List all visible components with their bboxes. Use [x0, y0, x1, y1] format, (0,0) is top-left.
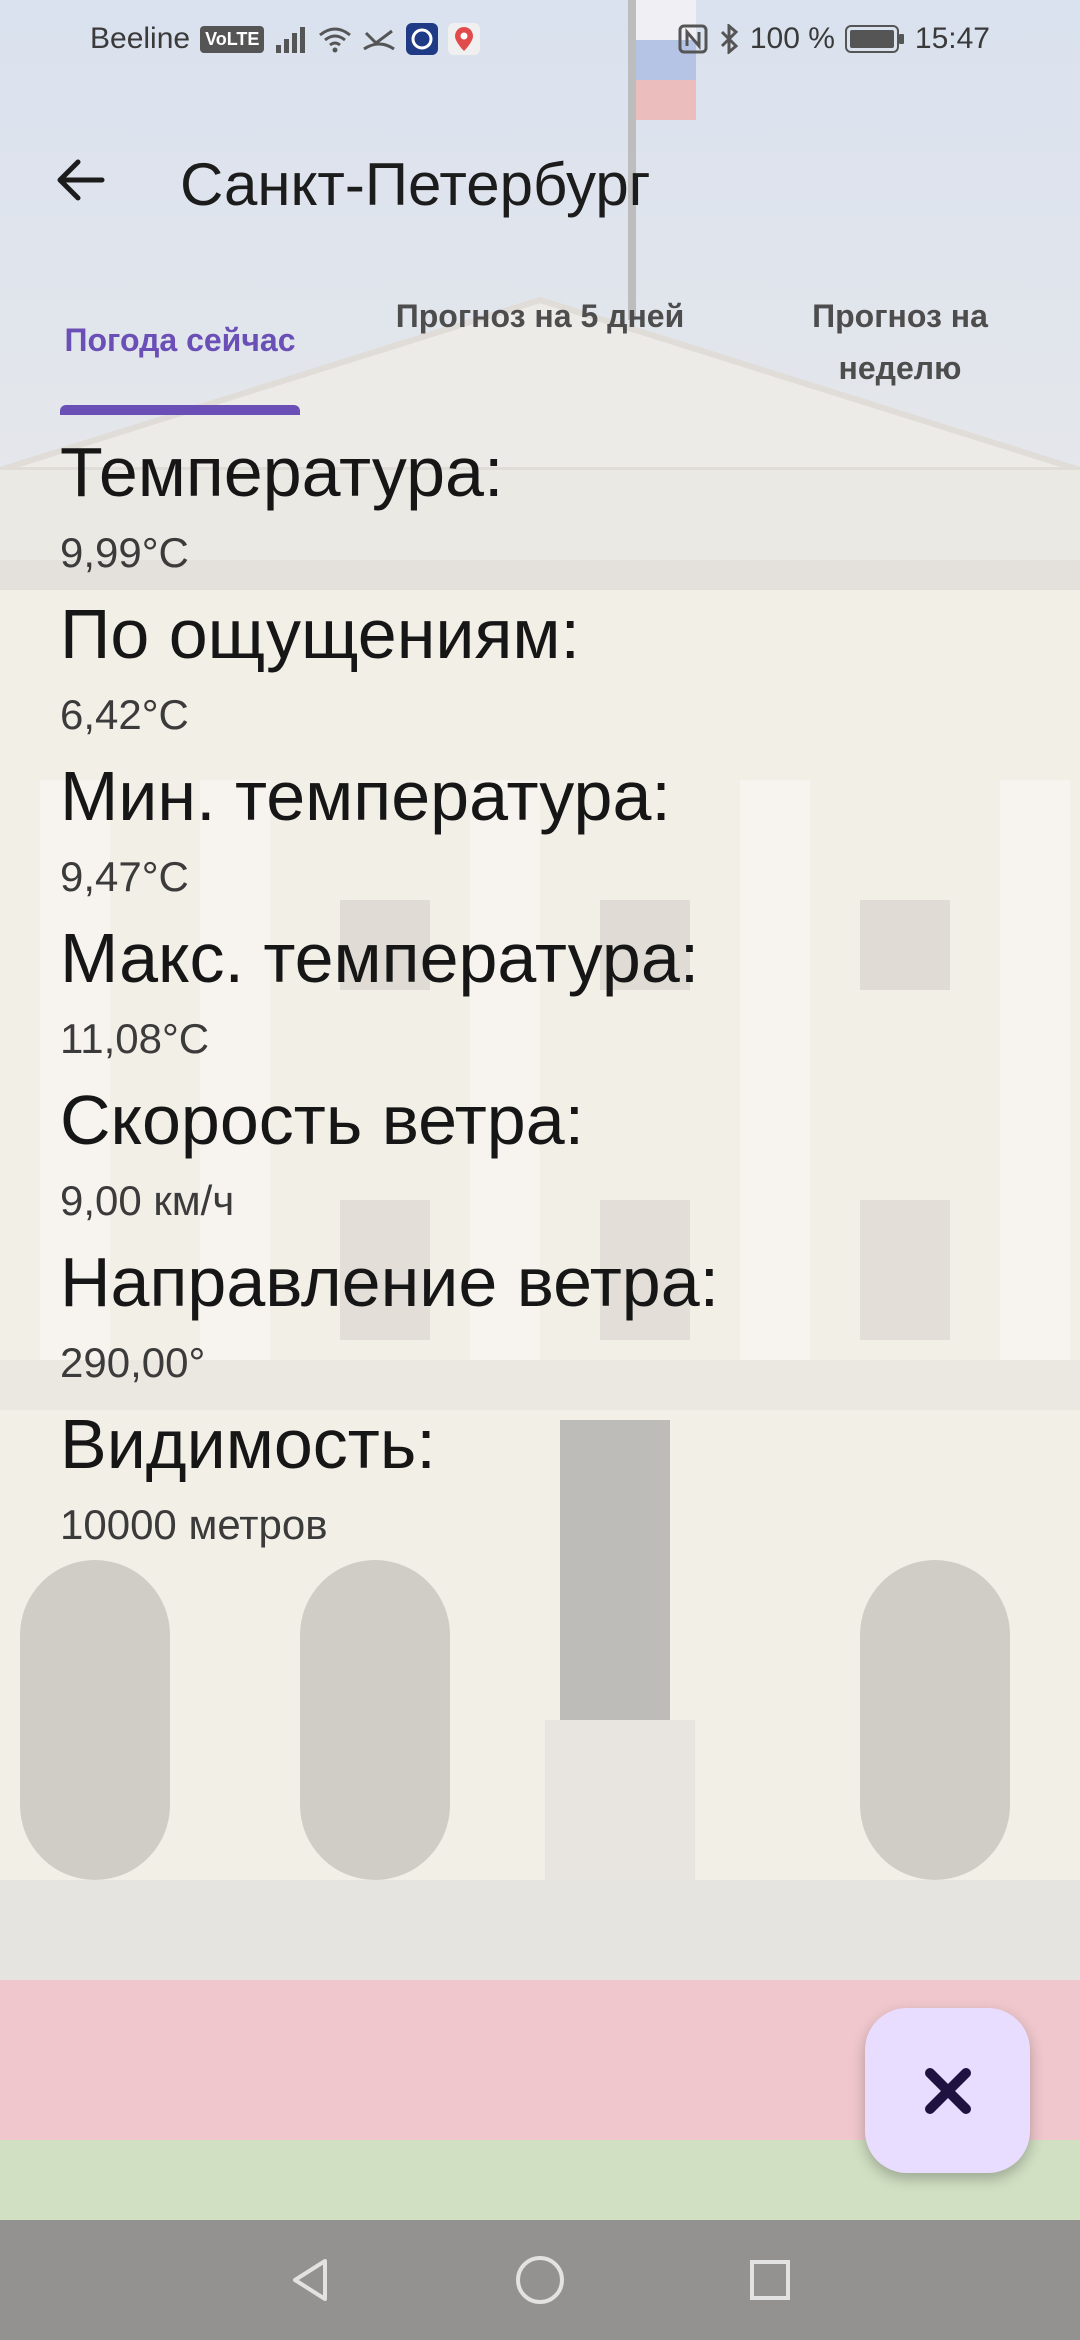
nav-back-button[interactable] — [275, 2245, 345, 2315]
bluetooth-icon — [720, 24, 739, 54]
wind-speed-row: Скорость ветра: 9,00 км/ч — [60, 1078, 1040, 1240]
app-notification-icon — [406, 23, 439, 55]
signal-icon — [276, 27, 306, 53]
tab-label: Прогноз на неделю — [812, 298, 988, 386]
max-temperature-row: Макс. температура: 11,08°C — [60, 916, 1040, 1078]
system-nav-bar — [0, 2220, 1080, 2340]
wind-direction-label: Направление ветра: — [60, 1243, 720, 1321]
min-temperature-label: Мин. температура: — [60, 757, 671, 835]
feels-like-row: По ощущениям: 6,42°C — [60, 592, 1040, 754]
back-button[interactable] — [40, 140, 120, 220]
wind-direction-value: 290,00° — [60, 1339, 206, 1386]
temperature-label: Температура: — [60, 433, 504, 511]
status-right: 100 % 15:47 — [678, 22, 990, 56]
visibility-value: 10000 метров — [60, 1501, 328, 1548]
tab-current-weather[interactable]: Погода сейчас — [30, 290, 330, 420]
wind-direction-row: Направление ветра: 290,00° — [60, 1240, 1040, 1402]
feels-like-value: 6,42°C — [60, 691, 189, 738]
tab-bar: Погода сейчас Прогноз на 5 дней Прогноз … — [0, 290, 1080, 420]
battery-icon — [844, 25, 904, 53]
missed-call-icon — [363, 29, 396, 51]
battery-percent: 100 % — [749, 22, 835, 55]
visibility-label: Видимость: — [60, 1405, 436, 1483]
min-temperature-value: 9,47°C — [60, 853, 189, 900]
close-icon — [924, 2067, 971, 2114]
clock: 15:47 — [914, 22, 990, 55]
temperature-row: Температура: 9,99°C — [60, 430, 1040, 592]
tab-weekly-forecast[interactable]: Прогноз на неделю — [750, 290, 1050, 420]
temperature-value: 9,99°C — [60, 529, 189, 576]
close-fab-button[interactable] — [865, 2008, 1030, 2173]
tab-5-day-forecast[interactable]: Прогноз на 5 дней — [390, 290, 690, 420]
square-recents-icon — [750, 2260, 790, 2300]
status-left: Beeline VoLTE — [90, 22, 481, 56]
arrow-left-icon — [57, 159, 105, 201]
tab-label: Погода сейчас — [64, 322, 296, 358]
weather-details: Температура: 9,99°C По ощущениям: 6,42°C… — [60, 430, 1040, 1564]
nav-recents-button[interactable] — [735, 2245, 805, 2315]
page-title: Санкт-Петербург — [180, 151, 651, 218]
nfc-icon — [678, 24, 708, 54]
tab-label: Прогноз на 5 дней — [395, 298, 685, 334]
max-temperature-label: Макс. температура: — [60, 919, 700, 997]
wind-speed-label: Скорость ветра: — [60, 1081, 585, 1159]
nav-home-button[interactable] — [505, 2245, 575, 2315]
volte-badge: VoLTE — [200, 25, 265, 53]
wifi-icon — [319, 27, 352, 53]
wind-speed-value: 9,00 км/ч — [60, 1177, 235, 1224]
status-bar: Beeline VoLTE 100 % 15:47 — [0, 0, 1080, 80]
max-temperature-value: 11,08°C — [60, 1015, 210, 1062]
visibility-row: Видимость: 10000 метров — [60, 1402, 1040, 1564]
feels-like-label: По ощущениям: — [60, 595, 580, 673]
maps-icon — [448, 23, 481, 55]
app-bar: Санкт-Петербург — [0, 110, 1080, 240]
circle-home-icon — [516, 2256, 564, 2304]
carrier-name: Beeline — [90, 22, 191, 55]
min-temperature-row: Мин. температура: 9,47°C — [60, 754, 1040, 916]
tab-indicator — [60, 405, 300, 415]
triangle-back-icon — [293, 2259, 327, 2301]
